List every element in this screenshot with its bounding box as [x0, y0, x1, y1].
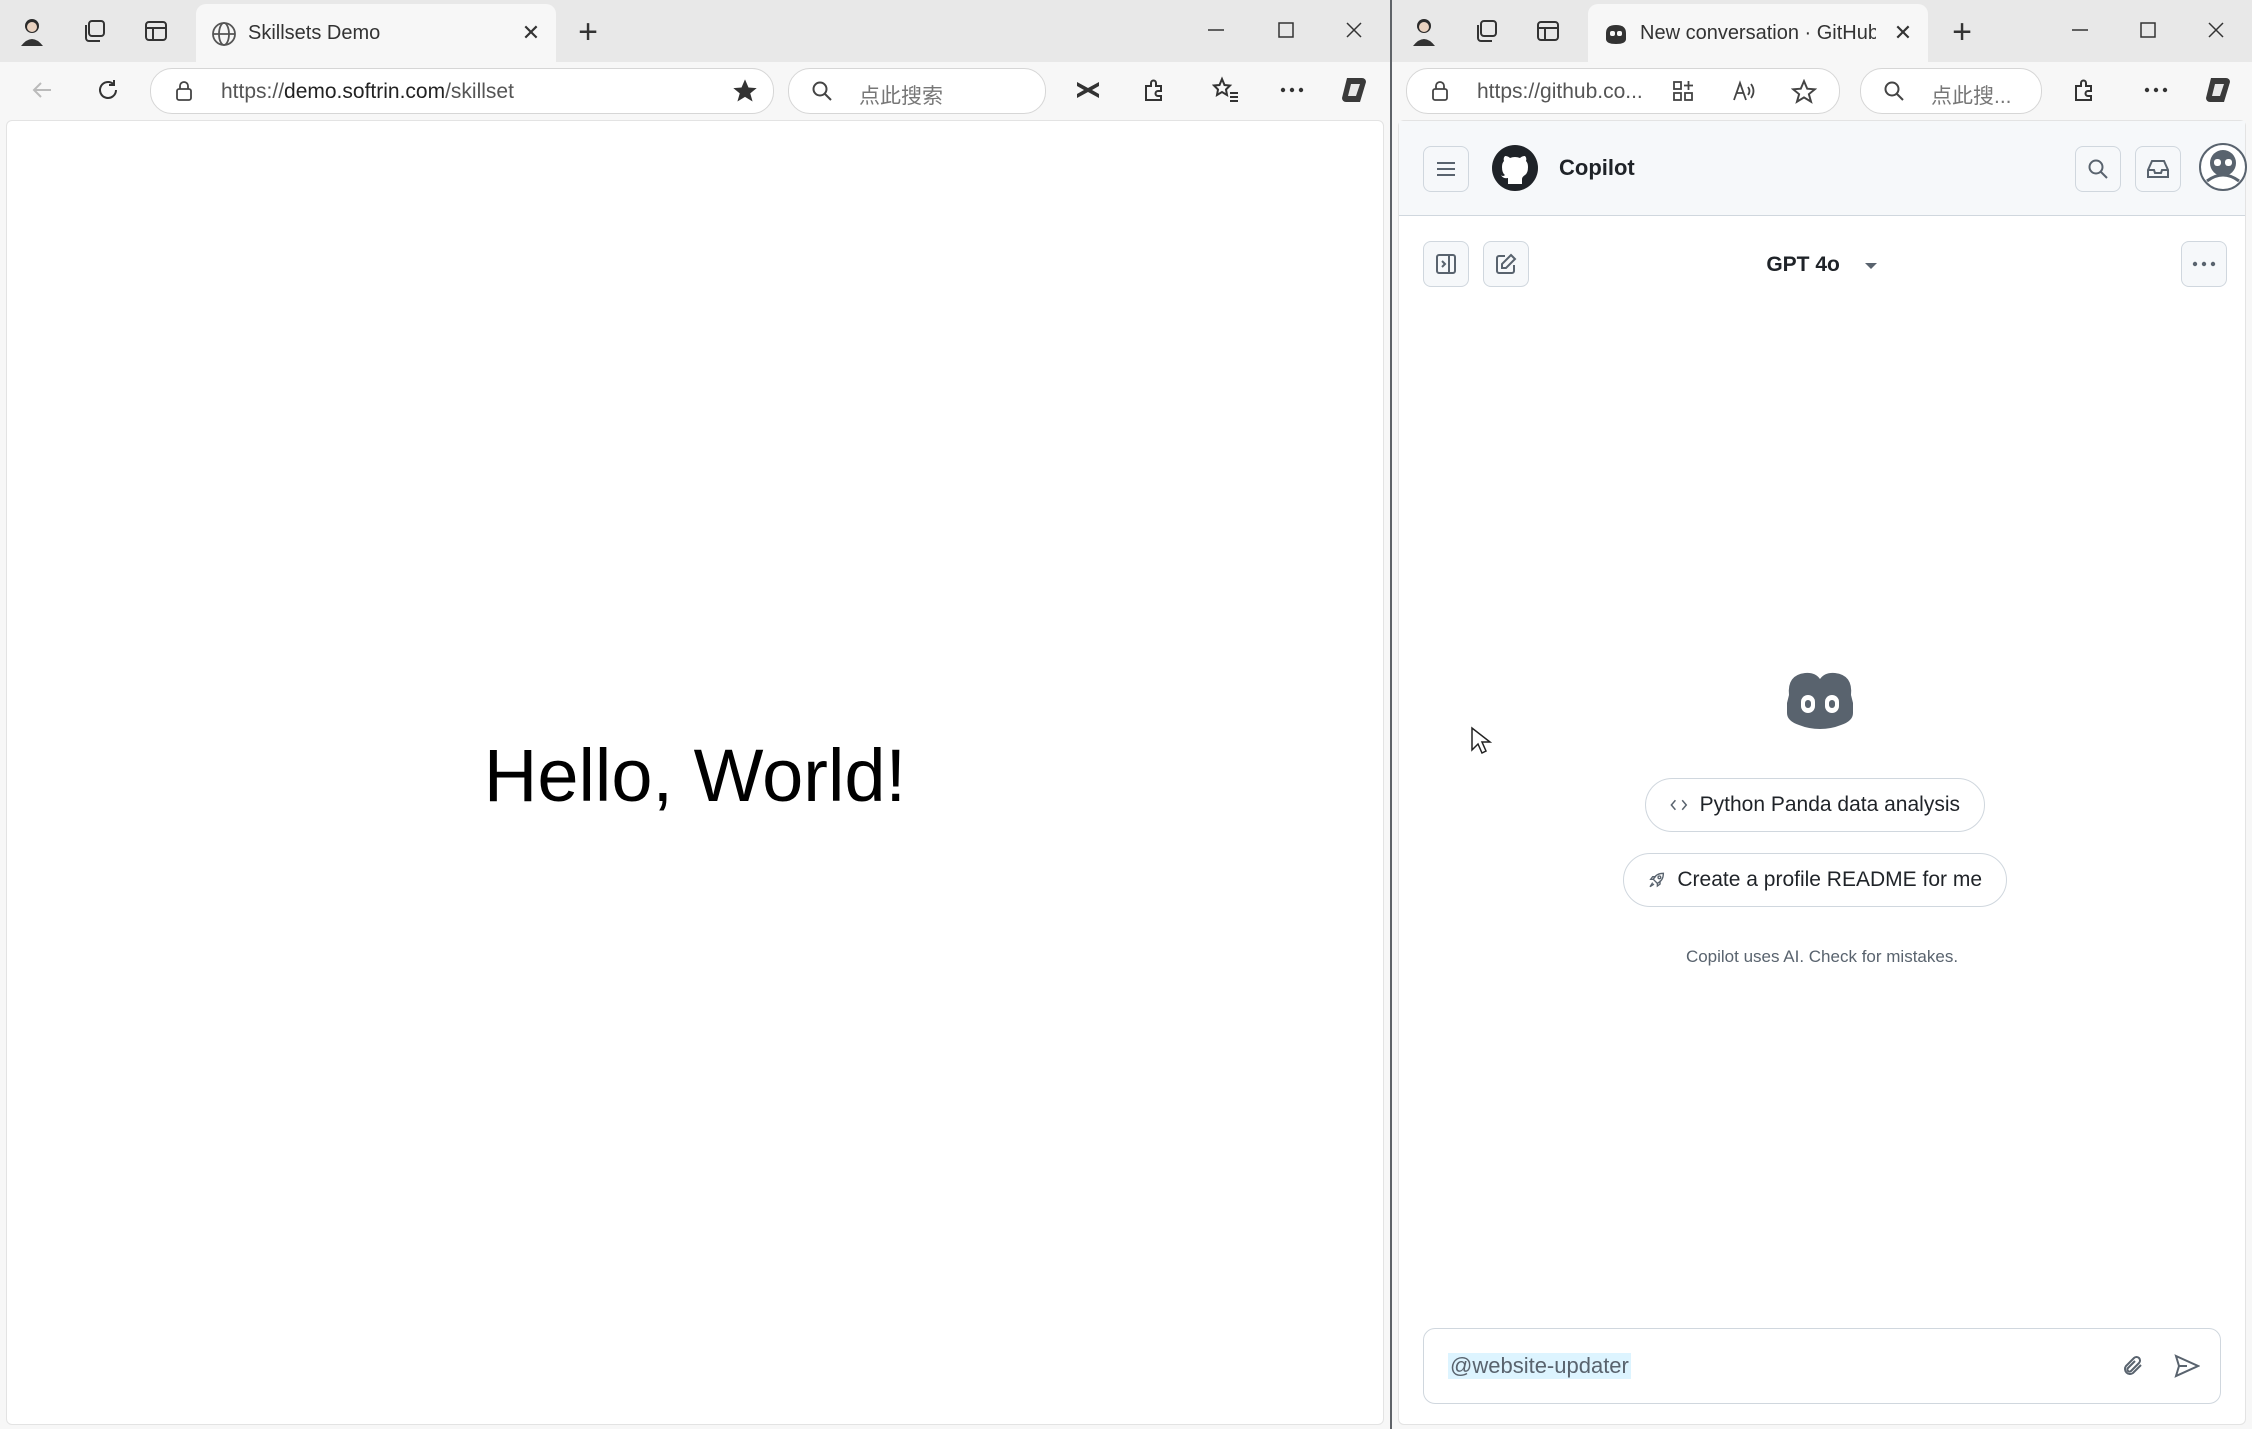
back-arrow-icon[interactable] [24, 72, 60, 108]
tab-title: Skillsets Demo [248, 22, 381, 44]
chat-input-value[interactable]: @website-updater [1448, 1353, 1631, 1379]
search-icon [1884, 81, 1904, 101]
github-logo-icon[interactable] [1491, 144, 1539, 197]
close-tab-icon[interactable]: ✕ [1888, 18, 1918, 48]
extension-icon[interactable] [1070, 72, 1106, 108]
puzzle-extensions-icon[interactable] [1136, 72, 1172, 108]
address-bar[interactable]: https://demo.softrin.com/skillset [150, 68, 774, 114]
address-text: https://github.co... [1477, 80, 1643, 103]
tab-bar: New conversation · GitHub Co ✕ + [1392, 0, 2252, 62]
model-name: GPT 4o [1766, 253, 1840, 276]
app-available-icon[interactable] [1671, 79, 1695, 108]
left-browser-window: Skillsets Demo ✕ + https://demo.softrin.… [0, 0, 1390, 1429]
search-icon[interactable] [2075, 146, 2121, 192]
address-text: https://demo.softrin.com/skillset [221, 80, 514, 104]
refresh-icon[interactable] [90, 72, 126, 108]
minimize-icon[interactable] [2056, 10, 2104, 50]
url-path: /skillset [445, 80, 514, 103]
lock-icon [1432, 81, 1448, 101]
attachment-icon[interactable] [2118, 1351, 2148, 1381]
right-browser-window: New conversation · GitHub Co ✕ + https:/… [1392, 0, 2252, 1429]
inbox-icon[interactable] [2135, 146, 2181, 192]
vertical-tabs-icon[interactable] [138, 13, 174, 49]
ai-disclaimer: Copilot uses AI. Check for mistakes. [1685, 947, 1959, 966]
url-host: demo.softrin.com [284, 80, 446, 103]
collections-icon[interactable] [1468, 13, 1504, 49]
tab-skillsets-demo[interactable]: Skillsets Demo ✕ [196, 4, 556, 62]
search-placeholder: 点此搜... [1931, 85, 2012, 108]
favorite-star-icon[interactable] [1790, 78, 1818, 110]
profile-avatar-icon[interactable] [14, 13, 50, 49]
copilot-logo-icon [1783, 669, 1857, 736]
more-menu-icon[interactable] [1274, 72, 1310, 108]
close-window-icon[interactable] [1330, 10, 1378, 50]
send-icon[interactable] [2172, 1351, 2202, 1381]
suggestion-label: Create a profile README for me [1677, 868, 1982, 891]
close-tab-icon[interactable]: ✕ [516, 18, 546, 48]
minimize-icon[interactable] [1192, 10, 1240, 50]
browser-toolbar: https://demo.softrin.com/skillset 点此搜索 [0, 62, 1390, 118]
suggestion-label: Python Panda data analysis [1699, 793, 1960, 816]
search-bar[interactable]: 点此搜... [1860, 68, 2042, 114]
search-icon [812, 81, 832, 101]
copilot-sidebar-icon[interactable] [1336, 72, 1372, 108]
page-heading: Hello, World! [483, 734, 907, 817]
suggestion-profile-readme[interactable]: Create a profile README for me [1623, 853, 2007, 907]
lock-icon [176, 81, 192, 101]
new-tab-icon[interactable]: + [1942, 12, 1982, 52]
tab-new-conversation[interactable]: New conversation · GitHub Co ✕ [1588, 4, 1928, 62]
url-prefix: https:// [221, 80, 285, 103]
more-menu-icon[interactable] [2138, 72, 2174, 108]
mouse-cursor-icon [1470, 726, 1493, 761]
globe-icon [212, 22, 236, 46]
hamburger-menu-icon[interactable] [1423, 146, 1469, 192]
search-placeholder: 点此搜索 [859, 85, 943, 108]
copilot-sidebar-icon[interactable] [2200, 72, 2236, 108]
copilot-icon [1606, 25, 1626, 44]
collections-icon[interactable] [76, 13, 112, 49]
more-options-icon[interactable] [2181, 241, 2227, 287]
puzzle-extensions-icon[interactable] [2066, 72, 2102, 108]
address-bar[interactable]: https://github.co... [1406, 68, 1840, 114]
code-icon [1670, 799, 1688, 811]
maximize-icon[interactable] [2124, 10, 2172, 50]
tab-bar: Skillsets Demo ✕ + [0, 0, 1390, 62]
suggestion-python-panda[interactable]: Python Panda data analysis [1645, 778, 1985, 832]
web-page-content: Hello, World! [6, 120, 1384, 1425]
user-avatar[interactable] [2199, 143, 2247, 196]
copilot-page: Copilot GPT 4o Python Panda data analysi… [1398, 120, 2247, 1425]
search-bar[interactable]: 点此搜索 [788, 68, 1046, 114]
maximize-icon[interactable] [1262, 10, 1310, 50]
browser-toolbar: https://github.co... 点此搜... [1392, 62, 2252, 118]
new-tab-icon[interactable]: + [568, 12, 608, 52]
rocket-icon [1649, 872, 1665, 888]
model-picker[interactable]: GPT 4o [1399, 253, 2245, 277]
close-window-icon[interactable] [2192, 10, 2240, 50]
favorite-star-icon[interactable] [731, 77, 759, 110]
favorites-list-icon[interactable] [1208, 72, 1244, 108]
tab-title: New conversation · GitHub Co [1640, 22, 1876, 44]
vertical-tabs-icon[interactable] [1530, 13, 1566, 49]
github-header: Copilot [1399, 121, 2247, 216]
chevron-down-icon [1864, 263, 1877, 269]
app-title: Copilot [1559, 155, 1635, 180]
profile-avatar-icon[interactable] [1406, 13, 1442, 49]
chat-input[interactable]: @website-updater [1423, 1328, 2221, 1404]
read-aloud-icon[interactable] [1731, 79, 1757, 108]
